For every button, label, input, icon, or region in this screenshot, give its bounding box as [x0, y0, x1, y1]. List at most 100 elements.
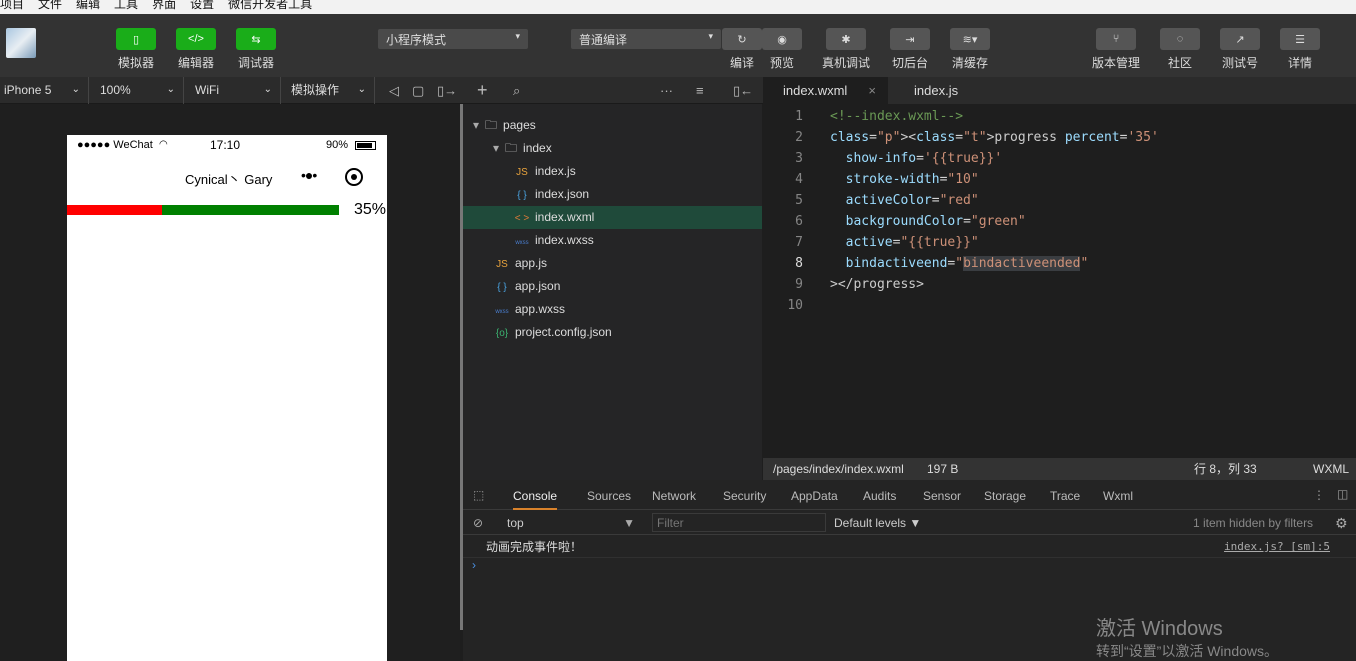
network-select[interactable]: WiFi ⌄	[191, 77, 281, 104]
log-source-link[interactable]: index.js? [sm]:5	[1224, 536, 1330, 558]
close-target-icon[interactable]	[345, 168, 363, 186]
button-label: 真机调试	[821, 56, 870, 70]
device-select[interactable]: iPhone 5 ⌄	[0, 77, 89, 104]
button-label: 社区	[1167, 56, 1192, 70]
operation-value: 模拟操作	[291, 83, 340, 97]
context-select[interactable]: top ▼	[499, 511, 639, 535]
menu-item[interactable]: 工具	[114, 0, 138, 14]
add-file-icon[interactable]: +	[477, 77, 488, 104]
settings-gear-icon[interactable]: ⚙	[1335, 511, 1348, 535]
devtools-tab-console[interactable]: Console	[513, 484, 558, 510]
code-button[interactable]: </> 编辑器	[168, 28, 224, 71]
folder-icon: 🗀	[505, 141, 518, 155]
filter-input[interactable]	[652, 513, 826, 532]
branch-icon: ⑂	[1096, 28, 1136, 50]
menu-item[interactable]: 文件	[38, 0, 62, 14]
chat-button[interactable]: ◌ 社区	[1152, 28, 1208, 71]
file-tree-item[interactable]: ▾ 🗀 index	[463, 137, 762, 160]
tab-label: index.wxml	[783, 83, 848, 98]
inspect-icon[interactable]: ⬚	[473, 488, 484, 502]
avatar[interactable]	[6, 28, 36, 58]
file-tree-item[interactable]: < > index.wxml	[463, 206, 762, 229]
file-tree-item[interactable]: JS app.js	[463, 252, 762, 275]
devtools-tab-trace[interactable]: Trace	[1050, 484, 1080, 508]
eye-button[interactable]: ◉ 预览	[754, 28, 810, 71]
devtools-tab-storage[interactable]: Storage	[984, 484, 1026, 508]
detach-icon[interactable]: ▯→	[437, 77, 457, 104]
file-name: index.js	[535, 164, 576, 178]
file-tree: ▾ 🗀 pages ▾ 🗀 index JS index.js { } index.json < >…	[463, 104, 762, 480]
debug-button[interactable]: ⇆ 调试器	[228, 28, 284, 71]
branch-button[interactable]: ⑂ 版本管理	[1088, 28, 1144, 71]
file-tree-item[interactable]: wxss index.wxss	[463, 229, 762, 252]
mode-select[interactable]: 小程序模式 ▾	[378, 29, 528, 49]
line-number: 7	[795, 235, 803, 250]
file-name: app.json	[515, 279, 561, 293]
code-line: bindactiveend="bindactiveended"	[845, 256, 1089, 271]
external-link-icon: ↗	[1220, 28, 1260, 50]
tab-index-wxml[interactable]: index.wxml ×	[763, 77, 888, 104]
operation-select[interactable]: 模拟操作 ⌄	[287, 77, 375, 104]
chat-icon: ◌	[1160, 28, 1200, 50]
compile-select[interactable]: 普通编译 ▾	[571, 29, 721, 49]
close-icon[interactable]: ×	[868, 77, 876, 105]
js-file-icon: JS	[516, 167, 528, 178]
button-label: 模拟器	[117, 56, 154, 70]
menu-item[interactable]: 界面	[152, 0, 176, 14]
file-tree-item[interactable]: { } app.json	[463, 275, 762, 298]
file-tree-item[interactable]: ▾ 🗀 pages	[463, 114, 762, 137]
button-label: 测试号	[1221, 56, 1258, 70]
rotate-icon[interactable]: ▢	[412, 77, 424, 104]
line-number: 2	[795, 130, 803, 145]
line-number: 5	[795, 193, 803, 208]
line-number: 10	[787, 298, 803, 313]
progress-info: 35%	[354, 201, 387, 218]
dock-icon[interactable]: ◫	[1337, 487, 1348, 501]
levels-select[interactable]: Default levels ▼	[834, 511, 921, 535]
more-dots-icon[interactable]: •●•	[301, 167, 317, 183]
hide-tree-icon[interactable]: ▯←	[733, 77, 753, 104]
more-icon[interactable]: ···	[660, 77, 673, 104]
devtools-tab-security[interactable]: Security	[723, 484, 766, 508]
menu-button[interactable]: ☰ 详情	[1272, 28, 1328, 71]
menu-icon: ☰	[1280, 28, 1320, 50]
devtools-tab-wxml[interactable]: Wxml	[1103, 484, 1133, 508]
bug-button[interactable]: ✱ 真机调试	[818, 28, 874, 71]
devtools-tab-audits[interactable]: Audits	[863, 484, 896, 508]
devtools-tab-network[interactable]: Network	[652, 484, 696, 508]
layers-button[interactable]: ≋▾ 清缓存	[942, 28, 998, 71]
console-prompt-icon[interactable]: ›	[472, 558, 476, 572]
progress-fill	[67, 205, 163, 215]
zoom-select[interactable]: 100% ⌄	[96, 77, 184, 104]
mode-select-value: 小程序模式	[386, 33, 447, 47]
editor-tabs: index.wxml × index.js	[763, 77, 1356, 104]
file-tree-item[interactable]: JS index.js	[463, 160, 762, 183]
more-vert-icon[interactable]: ⋮	[1313, 488, 1325, 502]
background-button[interactable]: ⇥ 切后台	[882, 28, 938, 71]
file-tree-item[interactable]: { } index.json	[463, 183, 762, 206]
status-bar: ●●●●● WeChat ◠ 17:10 90%	[67, 135, 387, 155]
devtools-tab-sensor[interactable]: Sensor	[923, 484, 961, 508]
menu-item[interactable]: 编辑	[76, 0, 100, 14]
file-tree-item[interactable]: wxss app.wxss	[463, 298, 762, 321]
devtools-tabs: ⬚ ⋮ ◫ Console Sources Network Security AppDa…	[463, 484, 1356, 510]
search-icon[interactable]: ⌕	[513, 77, 520, 104]
code-icon: </>	[176, 28, 216, 50]
collapse-icon[interactable]: ≡	[696, 77, 704, 104]
menu-item[interactable]: 项目	[0, 0, 24, 14]
volume-icon[interactable]: ◁	[389, 77, 399, 104]
language-mode[interactable]: WXML	[1313, 458, 1349, 480]
external-link-button[interactable]: ↗ 测试号	[1212, 28, 1268, 71]
menu-item[interactable]: 微信开发者工具	[228, 0, 312, 14]
menu-item[interactable]: 设置	[190, 0, 214, 14]
button-label: 版本管理	[1091, 56, 1140, 70]
clear-console-icon[interactable]: ⊘	[473, 511, 483, 535]
devtools-tab-sources[interactable]: Sources	[587, 484, 631, 508]
code-editor[interactable]: 1 <!--index.wxml--> 2 class="p"><class="t">…	[763, 104, 1356, 458]
chevron-down-icon: ▾	[473, 118, 480, 132]
tab-index-js[interactable]: index.js	[894, 77, 978, 104]
phone-button[interactable]: ▯ 模拟器	[108, 28, 164, 71]
devtools-tab-appdata[interactable]: AppData	[791, 484, 838, 508]
file-tree-item[interactable]: {o} project.config.json	[463, 321, 762, 344]
code-line: stroke-width="10"	[845, 172, 979, 187]
